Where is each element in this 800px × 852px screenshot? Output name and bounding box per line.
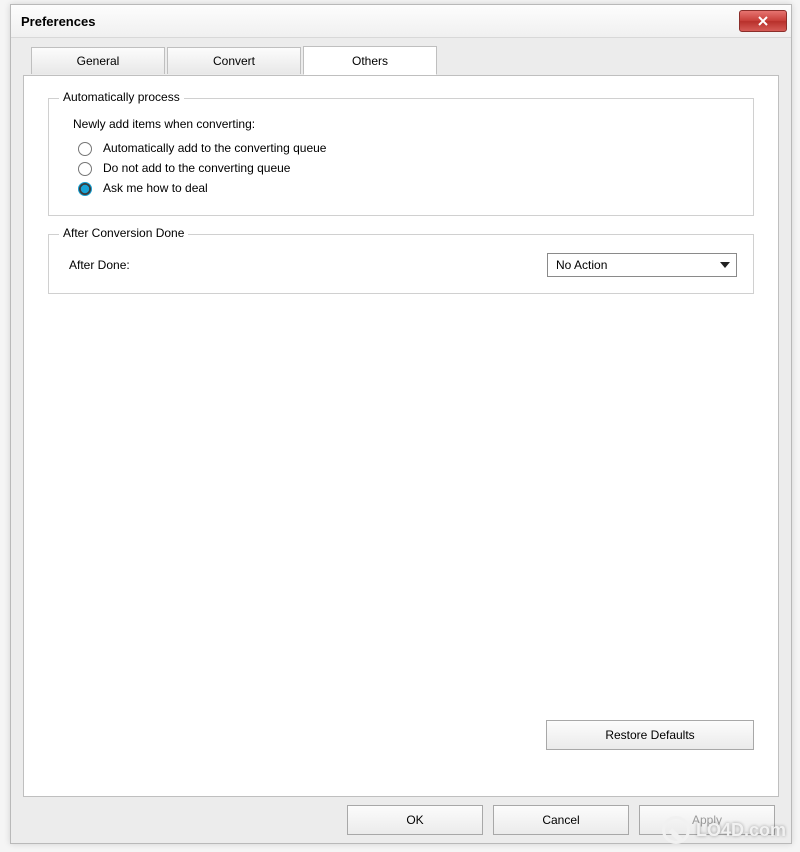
restore-row: Restore Defaults	[48, 720, 754, 780]
group-after-done-legend: After Conversion Done	[59, 226, 188, 240]
restore-defaults-button[interactable]: Restore Defaults	[546, 720, 754, 750]
group-after-done: After Conversion Done After Done: No Act…	[48, 234, 754, 294]
group-auto-process-legend: Automatically process	[59, 90, 184, 104]
tab-general[interactable]: General	[31, 47, 165, 74]
apply-button[interactable]: Apply	[639, 805, 775, 835]
radio-row-add[interactable]: Automatically add to the converting queu…	[73, 139, 737, 156]
chevron-down-icon	[720, 262, 730, 268]
title-bar: Preferences	[11, 5, 791, 38]
tab-strip: General Convert Others	[23, 46, 779, 75]
tab-convert[interactable]: Convert	[167, 47, 301, 74]
window-title: Preferences	[11, 14, 95, 29]
after-done-value: No Action	[556, 258, 607, 272]
close-button[interactable]	[739, 10, 787, 32]
preferences-window: Preferences General Convert Others Autom…	[10, 4, 792, 844]
radio-skip-label: Do not add to the converting queue	[103, 161, 290, 175]
after-done-label: After Done:	[69, 258, 130, 272]
radio-add[interactable]	[78, 142, 92, 156]
cancel-button[interactable]: Cancel	[493, 805, 629, 835]
radio-row-skip[interactable]: Do not add to the converting queue	[73, 159, 737, 176]
radio-add-label: Automatically add to the converting queu…	[103, 141, 326, 155]
radio-row-ask[interactable]: Ask me how to deal	[73, 179, 737, 196]
radio-ask-label: Ask me how to deal	[103, 181, 208, 195]
tab-panel-others: Automatically process Newly add items wh…	[23, 75, 779, 797]
group-auto-process: Automatically process Newly add items wh…	[48, 98, 754, 216]
radio-skip[interactable]	[78, 162, 92, 176]
auto-process-note: Newly add items when converting:	[73, 117, 737, 131]
radio-ask[interactable]	[78, 182, 92, 196]
after-done-row: After Done: No Action	[65, 253, 737, 277]
client-area: General Convert Others Automatically pro…	[11, 38, 791, 843]
close-icon	[758, 16, 768, 26]
tab-others[interactable]: Others	[303, 46, 437, 75]
ok-button[interactable]: OK	[347, 805, 483, 835]
dialog-button-row: OK Cancel Apply	[23, 797, 779, 837]
after-done-select[interactable]: No Action	[547, 253, 737, 277]
